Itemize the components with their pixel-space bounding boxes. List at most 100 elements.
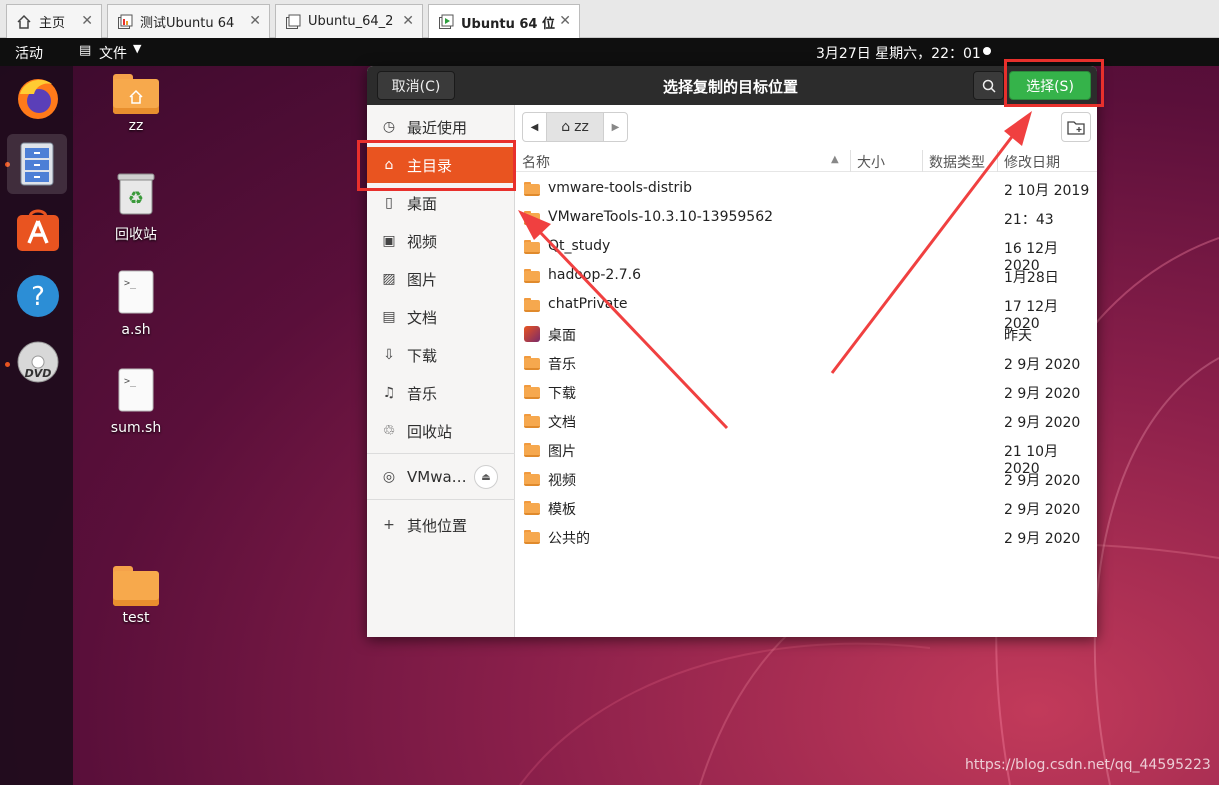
files-icon[interactable]: [7, 134, 67, 194]
column-type[interactable]: 数据类型: [929, 152, 985, 172]
file-row[interactable]: 桌面 昨天: [516, 319, 1097, 348]
file-date: 2 9月 2020: [1004, 502, 1081, 518]
cancel-button[interactable]: 取消(C): [377, 71, 455, 100]
sidebar-item-vmware-disc[interactable]: ◎ VMwa… ⏏: [367, 459, 515, 495]
tab-vm-ubuntu-64[interactable]: Ubuntu 64 位 ✕: [428, 4, 580, 39]
back-button[interactable]: ◀: [523, 113, 547, 141]
sidebar-item-label: 下载: [407, 346, 438, 365]
file-row[interactable]: 模板 2 9月 2020: [516, 493, 1097, 522]
file-name: 音乐: [548, 357, 576, 373]
file-name: hadoop-2.7.6: [548, 267, 642, 283]
activities-button[interactable]: 活动: [15, 43, 43, 63]
video-icon: ▣: [382, 233, 396, 249]
file-date: 2 9月 2020: [1004, 386, 1081, 402]
file-row[interactable]: hadoop-2.7.6 1月28日: [516, 261, 1097, 290]
path-segment-zz[interactable]: ⌂ zz: [547, 113, 603, 141]
file-row[interactable]: 图片 21 10月 2020: [516, 435, 1097, 477]
chevron-left-icon: ◀: [530, 121, 539, 133]
desktop-folder-icon: [524, 326, 540, 342]
column-divider: [922, 150, 923, 172]
vmware-tab-bar: 主页 ✕ 测试Ubuntu 64 ✕ Ubuntu_64_2 ✕ Ubuntu …: [0, 0, 1219, 39]
file-row[interactable]: 视频 2 9月 2020: [516, 464, 1097, 493]
folder-icon: [524, 414, 540, 428]
file-name: chatPrivate: [548, 296, 628, 312]
desktop-icon-trash[interactable]: ♻ 回收站: [101, 172, 171, 244]
sidebar-item-label: 桌面: [407, 194, 438, 213]
sidebar-item-music[interactable]: ♫ 音乐: [367, 375, 515, 411]
file-date: 2 9月 2020: [1004, 473, 1081, 489]
tab-vm-test[interactable]: 测试Ubuntu 64 ✕: [107, 4, 270, 38]
chevron-down-icon[interactable]: ▼: [133, 42, 141, 55]
folder-icon: [524, 298, 540, 312]
sidebar-item-label: VMwa…: [407, 468, 467, 486]
sidebar-item-downloads[interactable]: ⇩ 下载: [367, 337, 515, 373]
clock[interactable]: 3月27日 星期六，22：01: [816, 43, 981, 63]
vm-icon: [116, 13, 134, 31]
script-file-icon: >_: [118, 368, 154, 412]
tab-home[interactable]: 主页 ✕: [6, 4, 102, 38]
file-list-pane: ◀ ⌂ zz ▶ 名称 ▲ 大小 数据类型 修改日期 vmware-tools-…: [516, 105, 1097, 637]
file-row[interactable]: 文档 2 9月 2020: [516, 406, 1097, 435]
home-folder-icon: [113, 74, 159, 114]
help-icon[interactable]: ?: [12, 270, 64, 322]
file-row[interactable]: vmware-tools-distrib 2 10月 2019: [516, 174, 1097, 203]
app-menu[interactable]: 文件: [99, 43, 127, 63]
forward-button[interactable]: ▶: [603, 113, 627, 141]
chevron-right-icon: ▶: [611, 121, 620, 133]
desktop-icon-test[interactable]: test: [101, 566, 171, 626]
file-name: 模板: [548, 502, 576, 518]
desktop-icon-a-sh[interactable]: >_ a.sh: [101, 270, 171, 338]
file-date: 21：43: [1004, 212, 1054, 228]
watermark: https://blog.csdn.net/qq_44595223: [965, 757, 1211, 773]
sidebar-item-trash[interactable]: ♲ 回收站: [367, 413, 515, 449]
file-date: 昨天: [1004, 328, 1032, 344]
software-icon[interactable]: [12, 204, 64, 256]
file-row[interactable]: chatPrivate 17 12月 2020: [516, 290, 1097, 332]
desktop-icon-zz[interactable]: zz: [101, 74, 171, 134]
file-date: 2 9月 2020: [1004, 531, 1081, 547]
dvd-icon[interactable]: DVD: [12, 336, 64, 388]
folder-icon: [524, 501, 540, 515]
trash-icon: ♻: [117, 173, 155, 215]
sidebar-item-label: 回收站: [407, 422, 453, 441]
file-name: 文档: [548, 415, 576, 431]
column-modified[interactable]: 修改日期: [1004, 152, 1060, 172]
firefox-icon[interactable]: [12, 72, 64, 124]
column-name[interactable]: 名称: [522, 152, 550, 172]
file-row[interactable]: 下载 2 9月 2020: [516, 377, 1097, 406]
tab-vm-ubuntu-2[interactable]: Ubuntu_64_2 ✕: [275, 4, 423, 38]
sidebar-item-label: 视频: [407, 232, 438, 251]
vm-running-icon: [437, 13, 455, 31]
desktop-icon-sum-sh[interactable]: >_ sum.sh: [101, 368, 171, 436]
ubuntu-desktop: 活动 ▤ 文件 ▼ 3月27日 星期六，22：01 ? DVD zz ♻ 回收站…: [0, 38, 1219, 785]
close-icon[interactable]: ✕: [81, 13, 93, 29]
folder-icon: [524, 443, 540, 457]
music-icon: ♫: [382, 385, 396, 401]
sidebar-item-pictures[interactable]: ▨ 图片: [367, 261, 515, 297]
sidebar-item-label: 音乐: [407, 384, 438, 403]
file-name: VMwareTools-10.3.10-13959562: [548, 209, 774, 225]
search-button[interactable]: [973, 71, 1004, 100]
close-icon[interactable]: ✕: [559, 13, 571, 29]
close-icon[interactable]: ✕: [249, 13, 261, 29]
folder-icon: [524, 269, 540, 283]
new-folder-button[interactable]: [1061, 112, 1091, 142]
icon-label: zz: [128, 118, 144, 134]
file-name: 下载: [548, 386, 576, 402]
eject-icon[interactable]: ⏏: [474, 465, 498, 489]
home-icon: ⌂: [561, 119, 571, 135]
file-row[interactable]: Qt_study 16 12月 2020: [516, 232, 1097, 274]
sidebar-item-documents[interactable]: ▤ 文档: [367, 299, 515, 335]
file-row[interactable]: 公共的 2 9月 2020: [516, 522, 1097, 551]
file-name: 公共的: [548, 531, 590, 547]
file-row[interactable]: VMwareTools-10.3.10-13959562 21：43: [516, 203, 1097, 232]
icon-label: test: [122, 610, 150, 626]
icon-label: 回收站: [115, 227, 157, 243]
sidebar-item-other-locations[interactable]: + 其他位置: [367, 507, 515, 543]
sidebar-item-videos[interactable]: ▣ 视频: [367, 223, 515, 259]
close-icon[interactable]: ✕: [402, 13, 414, 29]
tab-label: 主页: [39, 16, 66, 31]
script-file-icon: >_: [118, 270, 154, 314]
column-size[interactable]: 大小: [857, 152, 885, 172]
file-row[interactable]: 音乐 2 9月 2020: [516, 348, 1097, 377]
